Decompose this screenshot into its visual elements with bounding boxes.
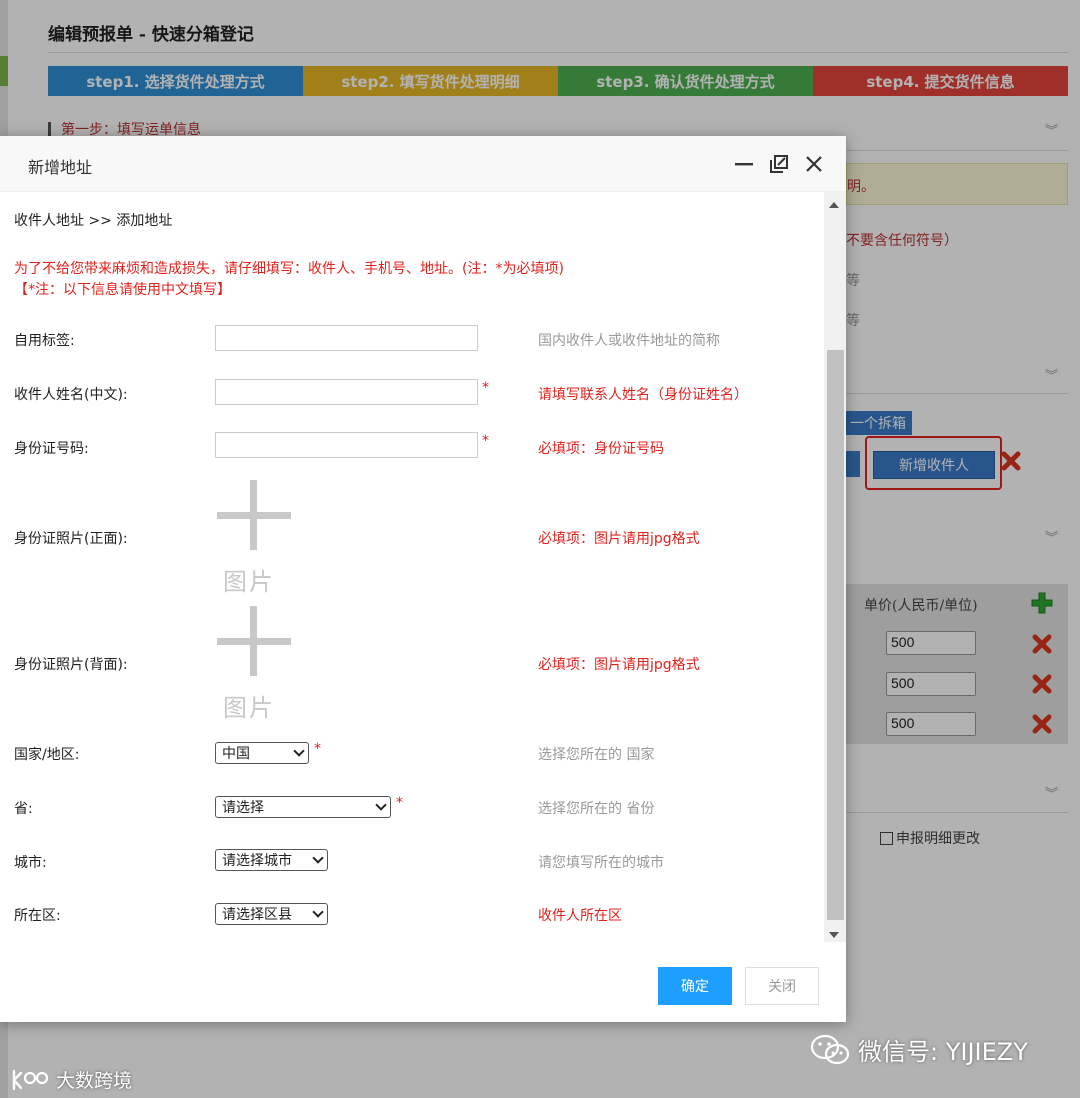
id-number-hint: 必填项：身份证号码 (538, 441, 664, 457)
add-address-dialog: 新增地址 收件人地址 >> 添加地址 为了不给您带来麻烦和造成损失，请仔细填写：… (0, 136, 846, 1022)
required-mark: * (396, 795, 403, 811)
tag-hint: 国内收件人或收件地址的简称 (538, 333, 720, 349)
id-front-label: 身份证照片(正面): (14, 531, 128, 547)
wechat-watermark: 微信号: YIJIEZY (810, 1032, 1028, 1067)
tag-input[interactable] (215, 325, 478, 351)
tag-label: 自用标签: (14, 333, 75, 349)
breadcrumb: 收件人地址 >> 添加地址 (14, 213, 173, 229)
confirm-button[interactable]: 确定 (658, 967, 732, 1005)
wechat-logo-icon (810, 1034, 850, 1064)
close-button[interactable]: 关闭 (745, 967, 819, 1005)
district-hint: 收件人所在区 (538, 908, 622, 924)
id-back-upload[interactable]: 图片 (217, 606, 291, 722)
district-select[interactable]: 请选择区县 (215, 903, 328, 925)
district-selected-value: 请选择区县 (222, 907, 292, 923)
city-select[interactable]: 请选择城市 (215, 849, 328, 871)
province-hint: 选择您所在的 省份 (538, 801, 655, 817)
province-label: 省: (14, 801, 33, 817)
minimize-icon[interactable] (733, 153, 755, 175)
upload-placeholder-text: 图片 (223, 568, 275, 596)
required-mark: * (314, 741, 321, 757)
dialog-footer: 确定 关闭 (0, 942, 846, 1022)
district-label: 所在区: (14, 908, 61, 924)
recipient-name-input[interactable] (215, 379, 478, 405)
brand-logo-icon (12, 1069, 49, 1090)
scroll-up-arrow-icon[interactable] (829, 202, 839, 208)
close-icon[interactable] (803, 153, 825, 175)
country-label: 国家/地区: (14, 747, 80, 763)
city-selected-value: 请选择城市 (222, 853, 292, 869)
id-number-label: 身份证号码: (14, 441, 89, 457)
scrollbar-thumb[interactable] (827, 350, 844, 920)
country-select[interactable]: 中国 (215, 742, 309, 764)
scroll-down-arrow-icon[interactable] (829, 932, 839, 938)
chinese-only-note: 【*注：以下信息请使用中文填写】 (14, 282, 231, 298)
id-back-hint: 必填项：图片请用jpg格式 (538, 657, 700, 673)
recipient-name-hint: 请填写联系人姓名（身份证姓名） (538, 387, 748, 403)
city-hint: 请您填写所在的城市 (538, 855, 664, 871)
chevron-down-icon (293, 745, 305, 757)
city-label: 城市: (14, 855, 47, 871)
required-mark: * (482, 433, 489, 449)
id-back-label: 身份证照片(背面): (14, 657, 128, 673)
upload-placeholder-text: 图片 (223, 694, 275, 722)
chevron-down-icon (312, 852, 324, 864)
id-front-upload[interactable]: 图片 (217, 480, 291, 596)
id-front-hint: 必填项：图片请用jpg格式 (538, 531, 700, 547)
brand-watermark-text: 大数跨境 (56, 1070, 133, 1092)
province-selected-value: 请选择 (222, 800, 264, 816)
wechat-watermark-text: 微信号: YIJIEZY (858, 1038, 1028, 1066)
required-mark: * (482, 380, 489, 396)
dialog-body: 收件人地址 >> 添加地址 为了不给您带来麻烦和造成损失，请仔细填写：收件人、手… (0, 192, 824, 942)
dialog-title: 新增地址 (28, 158, 93, 177)
chevron-down-icon (375, 799, 387, 811)
warning-text: 为了不给您带来麻烦和造成损失，请仔细填写：收件人、手机号、地址。(注：*为必填项… (14, 261, 564, 277)
country-selected-value: 中国 (222, 746, 250, 762)
brand-watermark: 大数跨境 (10, 1066, 132, 1093)
id-number-input[interactable] (215, 432, 478, 458)
country-hint: 选择您所在的 国家 (538, 747, 655, 763)
maximize-icon[interactable] (768, 153, 790, 175)
recipient-name-label: 收件人姓名(中文): (14, 387, 128, 403)
chevron-down-icon (312, 906, 324, 918)
province-select[interactable]: 请选择 (215, 796, 391, 818)
dialog-header: 新增地址 (0, 136, 846, 192)
